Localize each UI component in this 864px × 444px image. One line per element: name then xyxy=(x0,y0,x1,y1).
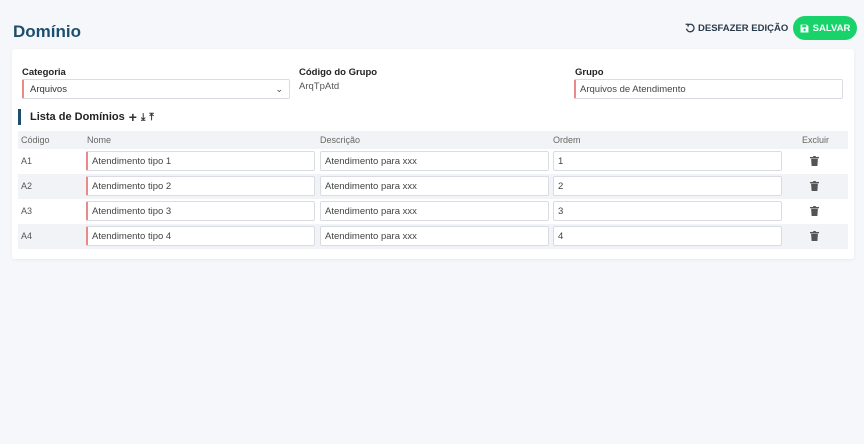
table-header: Código Nome Descrição Ordem Excluir xyxy=(18,131,848,149)
descricao-value: Atendimento para xxx xyxy=(325,230,417,242)
nome-value: Atendimento tipo 3 xyxy=(92,205,172,217)
download-icon[interactable]: ⤓ xyxy=(141,112,145,123)
floppy-icon xyxy=(800,24,809,32)
domain-list-header: Lista de Domínios + ⤓ ⤒ xyxy=(18,109,154,125)
table-row: A4 Atendimento tipo 4 Atendimento para x… xyxy=(18,224,848,249)
upload-icon[interactable]: ⤒ xyxy=(149,112,153,123)
ordem-input[interactable]: 2 xyxy=(553,176,782,196)
save-label: SALVAR xyxy=(812,22,851,34)
ordem-value: 1 xyxy=(558,155,564,167)
descricao-input[interactable]: Atendimento para xxx xyxy=(320,151,549,171)
descricao-value: Atendimento para xxx xyxy=(325,205,417,217)
grupo-input[interactable]: Arquivos de Atendimento xyxy=(574,79,843,99)
trash-icon[interactable] xyxy=(810,181,819,191)
chevron-down-icon: ⌄ xyxy=(275,83,283,94)
ordem-value: 4 xyxy=(558,230,564,242)
descricao-value: Atendimento para xxx xyxy=(325,180,417,192)
row-codigo: A2 xyxy=(21,181,33,191)
nome-input[interactable]: Atendimento tipo 2 xyxy=(86,176,315,196)
nome-input[interactable]: Atendimento tipo 1 xyxy=(86,151,315,171)
undo-edit-button[interactable]: DESFAZER EDIÇÃO xyxy=(685,21,788,35)
row-codigo: A3 xyxy=(21,206,33,216)
col-ordem: Ordem xyxy=(553,135,581,145)
descricao-input[interactable]: Atendimento para xxx xyxy=(320,201,549,221)
codigo-grupo-label: Código do Grupo xyxy=(299,67,378,78)
categoria-value: Arquivos xyxy=(30,83,67,95)
trash-icon[interactable] xyxy=(810,206,819,216)
categoria-select[interactable]: Arquivos ⌄ xyxy=(22,79,290,99)
plus-icon[interactable]: + xyxy=(129,110,137,124)
trash-icon[interactable] xyxy=(810,156,819,166)
ordem-input[interactable]: 3 xyxy=(553,201,782,221)
nome-input[interactable]: Atendimento tipo 4 xyxy=(86,226,315,246)
domain-card: Categoria Arquivos ⌄ Código do Grupo Arq… xyxy=(12,49,854,259)
nome-input[interactable]: Atendimento tipo 3 xyxy=(86,201,315,221)
ordem-value: 2 xyxy=(558,180,564,192)
categoria-label: Categoria xyxy=(22,67,66,78)
row-codigo: A1 xyxy=(21,156,33,166)
nome-value: Atendimento tipo 2 xyxy=(92,180,172,192)
ordem-input[interactable]: 4 xyxy=(553,226,782,246)
ordem-value: 3 xyxy=(558,205,564,217)
row-codigo: A4 xyxy=(21,231,33,241)
table-row: A2 Atendimento tipo 2 Atendimento para x… xyxy=(18,174,848,199)
section-accent-bar xyxy=(18,109,21,125)
col-descricao: Descrição xyxy=(320,135,361,145)
page-title: Domínio xyxy=(13,22,81,41)
nome-value: Atendimento tipo 1 xyxy=(92,155,172,167)
codigo-grupo-value: ArqTpAtd xyxy=(299,81,340,92)
col-codigo: Código xyxy=(21,135,50,145)
ordem-input[interactable]: 1 xyxy=(553,151,782,171)
table-row: A1 Atendimento tipo 1 Atendimento para x… xyxy=(18,149,848,174)
descricao-input[interactable]: Atendimento para xxx xyxy=(320,226,549,246)
col-excluir: Excluir xyxy=(802,135,830,145)
undo-edit-label: DESFAZER EDIÇÃO xyxy=(698,22,789,34)
descricao-value: Atendimento para xxx xyxy=(325,155,417,167)
col-nome: Nome xyxy=(87,135,112,145)
save-button[interactable]: SALVAR xyxy=(793,16,857,40)
descricao-input[interactable]: Atendimento para xxx xyxy=(320,176,549,196)
trash-icon[interactable] xyxy=(810,231,819,241)
grupo-value: Arquivos de Atendimento xyxy=(580,83,686,95)
domain-list-title: Lista de Domínios xyxy=(30,111,125,123)
grupo-label: Grupo xyxy=(575,67,604,78)
undo-icon xyxy=(685,23,695,33)
nome-value: Atendimento tipo 4 xyxy=(92,230,172,242)
table-row: A3 Atendimento tipo 3 Atendimento para x… xyxy=(18,199,848,224)
